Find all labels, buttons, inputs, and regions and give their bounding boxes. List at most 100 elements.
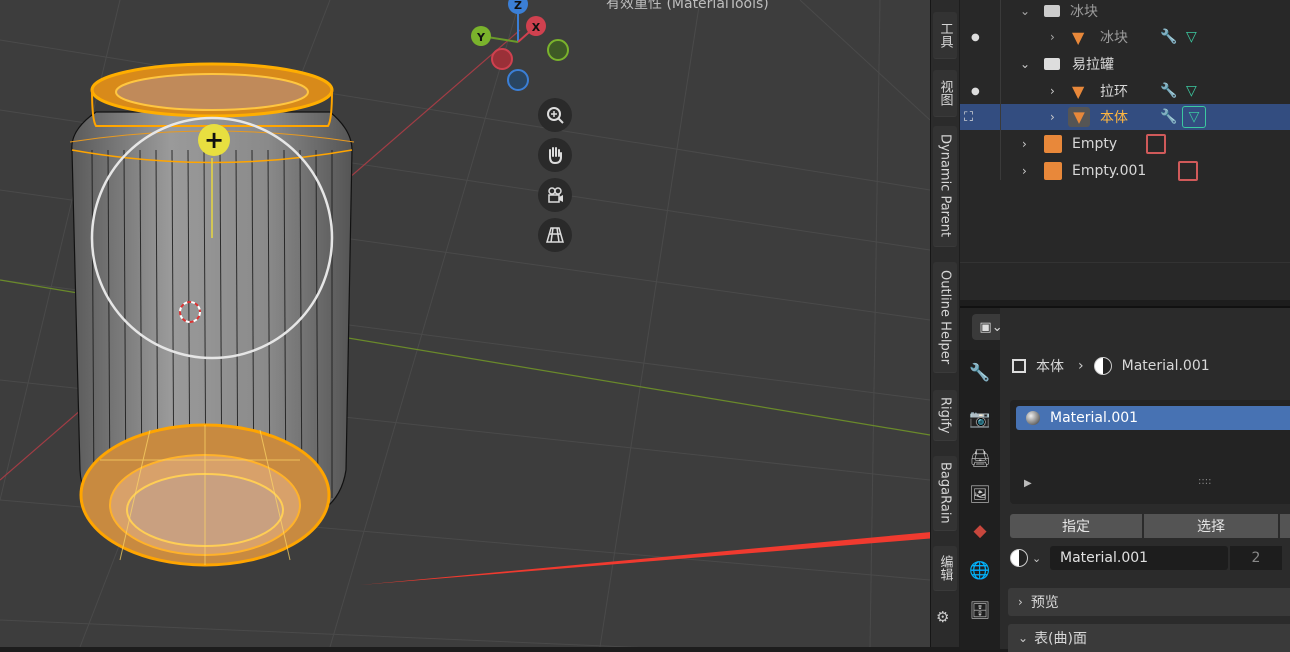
surface-panel-label: 表(曲)面: [1034, 631, 1087, 647]
gizmo-y-label: Y: [476, 31, 486, 44]
tool-settings-icon[interactable]: 🔧: [965, 358, 995, 388]
visibility-dot-icon[interactable]: ●: [971, 86, 980, 97]
user-count-button[interactable]: 2: [1230, 546, 1282, 570]
gizmo-x-label: X: [532, 21, 541, 34]
tab-view[interactable]: 视图: [933, 70, 957, 117]
chevron-down-icon[interactable]: ⌄: [1020, 57, 1030, 71]
viewport-canvas: + Z X Y: [0, 0, 930, 647]
expand-triangle-icon[interactable]: ▶: [1024, 478, 1032, 489]
outliner-label: 本体: [1100, 110, 1128, 126]
mesh-object-icon: ▼: [1072, 81, 1085, 101]
world-icon[interactable]: 🌐: [965, 556, 995, 586]
chevron-right-icon[interactable]: ›: [1050, 110, 1055, 124]
deselect-button[interactable]: [1280, 514, 1290, 538]
material-sphere-icon: [1010, 549, 1028, 567]
tab-rigify[interactable]: Rigify: [933, 390, 957, 441]
user-count-value: 2: [1251, 550, 1261, 566]
properties-tabs: 🔧 📷 🖨 🖼 ◆ 🌐 🗄: [960, 350, 1000, 650]
tab-tools[interactable]: 工具: [933, 12, 957, 59]
mesh-object-icon: ▼: [1072, 27, 1085, 47]
preview-panel-header[interactable]: › 预览: [1008, 588, 1290, 616]
preview-panel-label: 预览: [1030, 595, 1059, 611]
outliner-row-mesh-pull-tab[interactable]: ● › ▼ 拉环 🔧 ▽: [960, 78, 1290, 104]
outliner-divider: [1000, 0, 1001, 180]
chevron-right-icon[interactable]: ›: [1050, 84, 1055, 98]
sidebar-tabs: 工具 视图 Dynamic Parent Outline Helper Rigi…: [930, 0, 959, 647]
chevron-down-icon: ⌄: [1032, 551, 1042, 565]
breadcrumb: 本体 › Material.001: [1012, 356, 1210, 376]
material-slot-label: Material.001: [1050, 410, 1139, 426]
outliner-label: 冰块: [1070, 4, 1098, 20]
outliner-label: 拉环: [1100, 84, 1128, 100]
outliner-row-collection-can[interactable]: ⌄ 易拉罐: [960, 51, 1290, 77]
outliner-row-empty[interactable]: › Empty: [960, 131, 1290, 157]
outliner-row-mesh-body[interactable]: ⛶ › ▼ 本体 🔧 ▽: [960, 104, 1290, 130]
outliner-label: 易拉罐: [1072, 57, 1114, 73]
mesh-square-icon: [1012, 359, 1026, 373]
material-sphere-icon: [1093, 357, 1112, 375]
chevron-right-icon[interactable]: ›: [1022, 164, 1027, 178]
resize-handle-icon[interactable]: ::::: [1198, 476, 1211, 487]
chevron-right-icon[interactable]: ›: [1022, 137, 1027, 151]
outliner-label: Empty: [1072, 136, 1118, 152]
material-name-field[interactable]: Material.001: [1050, 546, 1228, 570]
empty-image-icon: [1044, 162, 1062, 180]
tab-dynamic-parent[interactable]: Dynamic Parent: [933, 126, 957, 247]
perspective-toggle-icon[interactable]: [538, 218, 572, 252]
tab-bagarain[interactable]: BagaRain: [933, 456, 957, 531]
zoom-icon[interactable]: [538, 98, 572, 132]
chevron-down-icon[interactable]: ⌄: [1020, 4, 1030, 18]
material-ball-icon: [1026, 411, 1040, 425]
breadcrumb-object: 本体: [1036, 359, 1064, 375]
outliner-row-collection-ice[interactable]: ⌄ 冰块: [960, 0, 1290, 24]
settings-gear-icon[interactable]: ⚙: [936, 608, 949, 626]
outliner-label: Empty.001: [1072, 163, 1147, 179]
view-layer-icon[interactable]: 🖼: [965, 480, 995, 510]
collection-props-icon[interactable]: 🗄: [965, 596, 995, 626]
annotation-arrow: [360, 532, 930, 585]
3d-viewport[interactable]: + Z X Y 有效重性 (MaterialTools): [0, 0, 930, 647]
modifier-wrench-icon: 🔧: [1160, 83, 1178, 99]
camera-view-icon[interactable]: [538, 178, 572, 212]
outliner-divider: [960, 262, 1290, 263]
material-properties-panel: 本体 › Material.001 Material.001 ▶ :::: 指定…: [1000, 308, 1290, 652]
pan-hand-icon[interactable]: [538, 138, 572, 172]
mesh-data-icon: ▽: [1186, 83, 1197, 99]
material-slot-item[interactable]: Material.001: [1016, 406, 1290, 430]
chevron-down-icon: ⌄: [1018, 631, 1029, 645]
outliner-label: 冰块: [1100, 30, 1128, 46]
mesh-data-icon: ▽: [1182, 106, 1206, 128]
output-icon[interactable]: 🖨: [965, 444, 995, 474]
mesh-object-icon: ▼: [1068, 107, 1090, 127]
svg-text:+: +: [204, 126, 224, 154]
material-name-value: Material.001: [1060, 550, 1149, 566]
properties-editor: ▣⌄ ⌕ 搜索 🔧 📷 🖨 🖼 ◆ 🌐 🗄 本体 › Material.001 …: [960, 306, 1290, 652]
material-browse-button[interactable]: ⌄: [1010, 546, 1050, 570]
image-data-icon: [1146, 134, 1166, 154]
visibility-dot-icon[interactable]: ●: [971, 32, 980, 43]
material-slot-list: Material.001 ▶ ::::: [1010, 400, 1290, 504]
render-icon[interactable]: 📷: [965, 404, 995, 434]
viewport-header-text: 有效重性 (MaterialTools): [606, 0, 769, 12]
select-button[interactable]: 选择: [1144, 514, 1278, 538]
navigation-gizmo: [471, 0, 569, 91]
image-data-icon: [1178, 161, 1198, 181]
edit-mode-icon[interactable]: ⛶: [964, 110, 973, 125]
chevron-right-icon: ›: [1018, 595, 1023, 609]
chevron-right-icon: ›: [1078, 358, 1084, 374]
tab-outline-helper[interactable]: Outline Helper: [933, 262, 957, 373]
tab-edit[interactable]: 编辑: [933, 546, 957, 591]
outliner-row-empty-001[interactable]: › Empty.001: [960, 158, 1290, 184]
gizmo-z-label: Z: [514, 0, 522, 12]
modifier-wrench-icon: 🔧: [1160, 29, 1178, 45]
scene-icon[interactable]: ◆: [965, 516, 995, 546]
modifier-wrench-icon: 🔧: [1160, 109, 1178, 125]
outliner: ⌄ 冰块 ● › ▼ 冰块 🔧 ▽ ⌄ 易拉罐 ● › ▼ 拉环 🔧 ▽ ⛶ ›…: [960, 0, 1290, 300]
chevron-right-icon[interactable]: ›: [1050, 30, 1055, 44]
collection-icon: [1044, 5, 1060, 17]
empty-image-icon: [1044, 135, 1062, 153]
breadcrumb-material: Material.001: [1121, 358, 1210, 374]
outliner-row-mesh-ice[interactable]: ● › ▼ 冰块 🔧 ▽: [960, 24, 1290, 50]
surface-panel-header[interactable]: ⌄ 表(曲)面: [1008, 624, 1290, 652]
assign-button[interactable]: 指定: [1010, 514, 1142, 538]
